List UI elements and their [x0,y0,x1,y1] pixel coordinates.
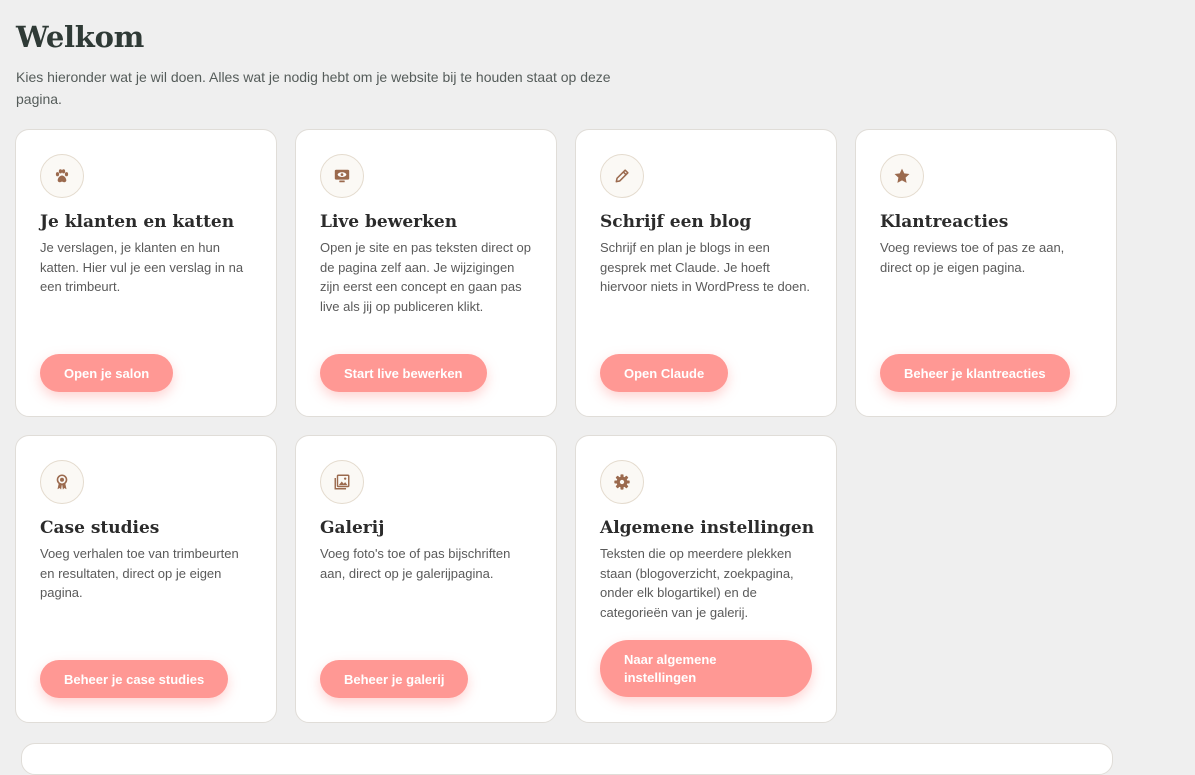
card-title: Algemene instellingen [600,518,815,538]
card-description: Schrijf en plan je blogs in een gesprek … [600,240,811,295]
monitor-eye-icon [320,154,364,198]
open-claude-button[interactable]: Open Claude [600,354,729,392]
gear-icon [600,460,644,504]
card-case-studies: Case studies Voeg verhalen toe van trimb… [15,435,277,723]
manage-case-studies-button[interactable]: Beheer je case studies [40,660,229,698]
next-section-card [21,743,1113,775]
card-description: Voeg verhalen toe van trimbeurten en res… [40,546,239,601]
manage-reviews-button[interactable]: Beheer je klantreacties [880,354,1070,392]
page-intro: Kies hieronder wat je wil doen. Alles wa… [16,69,611,107]
manage-gallery-button[interactable]: Beheer je galerij [320,660,469,698]
general-settings-button[interactable]: Naar algemene instellingen [600,640,812,697]
gallery-icon [320,460,364,504]
card-description: Open je site en pas teksten direct op de… [320,240,532,314]
paw-icon [40,154,84,198]
page-title: Welkom [16,20,144,54]
card-title: Schrijf een blog [600,212,752,232]
card-galerij: Galerij Voeg foto's toe of pas bijschrif… [295,435,557,723]
start-live-edit-button[interactable]: Start live bewerken [320,354,487,392]
card-title: Live bewerken [320,212,458,232]
card-description: Voeg reviews toe of pas ze aan, direct o… [880,240,1065,275]
card-klantreacties: Klantreacties Voeg reviews toe of pas ze… [855,129,1117,417]
card-algemene-instellingen: Algemene instellingen Teksten die op mee… [575,435,837,723]
card-grid: Je klanten en katten Je verslagen, je kl… [15,129,1117,723]
card-description: Voeg foto's toe of pas bijschriften aan,… [320,546,511,581]
award-icon [40,460,84,504]
card-description: Teksten die op meerdere plekken staan (b… [600,546,794,620]
card-klanten-katten: Je klanten en katten Je verslagen, je kl… [15,129,277,417]
card-description: Je verslagen, je klanten en hun katten. … [40,240,244,295]
card-title: Je klanten en katten [40,212,235,232]
card-title: Case studies [40,518,160,538]
card-schrijf-blog: Schrijf een blog Schrijf en plan je blog… [575,129,837,417]
open-salon-button[interactable]: Open je salon [40,354,174,392]
pencil-icon [600,154,644,198]
star-icon [880,154,924,198]
card-title: Galerij [320,518,385,538]
card-title: Klantreacties [880,212,1009,232]
card-live-bewerken: Live bewerken Open je site en pas tekste… [295,129,557,417]
